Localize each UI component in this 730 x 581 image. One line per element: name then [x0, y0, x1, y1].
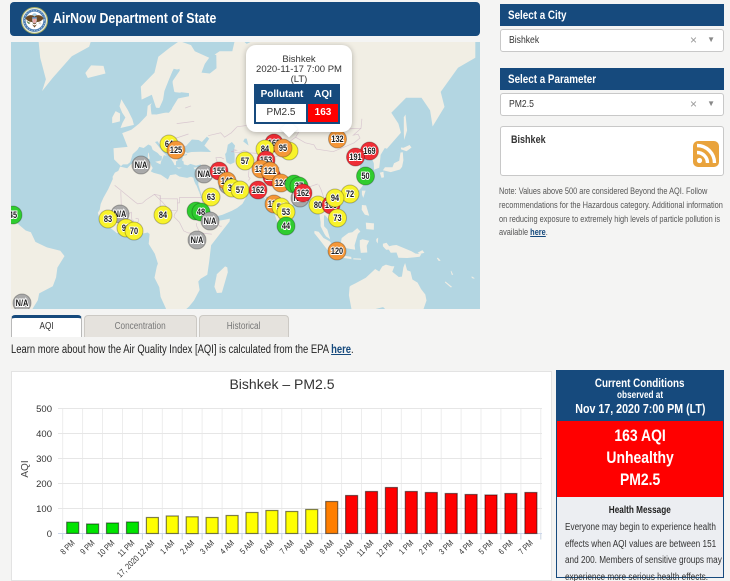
- svg-text:191: 191: [349, 153, 362, 163]
- svg-text:1 PM: 1 PM: [397, 538, 415, 556]
- svg-text:4 PM: 4 PM: [457, 538, 475, 556]
- svg-text:72: 72: [346, 190, 355, 200]
- svg-text:9 AM: 9 AM: [318, 538, 336, 556]
- svg-text:Bishkek – PM2.5: Bishkek – PM2.5: [229, 376, 334, 392]
- svg-text:95: 95: [279, 144, 288, 154]
- svg-text:53: 53: [282, 208, 291, 218]
- svg-text:N/A: N/A: [191, 236, 204, 246]
- svg-text:8 PM: 8 PM: [58, 538, 76, 556]
- svg-text:63: 63: [207, 193, 216, 203]
- svg-text:AQI: AQI: [20, 460, 31, 477]
- svg-text:162: 162: [252, 186, 265, 196]
- svg-text:3 AM: 3 AM: [198, 538, 216, 556]
- svg-text:120: 120: [331, 247, 344, 257]
- svg-text:2 PM: 2 PM: [417, 538, 435, 556]
- svg-text:57: 57: [241, 157, 250, 167]
- svg-text:N/A: N/A: [198, 170, 211, 180]
- svg-text:57: 57: [236, 186, 245, 196]
- svg-text:11 AM: 11 AM: [355, 538, 376, 559]
- svg-text:84: 84: [159, 211, 168, 221]
- svg-text:200: 200: [36, 479, 52, 490]
- svg-text:8 AM: 8 AM: [298, 538, 316, 556]
- svg-text:12 PM: 12 PM: [374, 538, 395, 559]
- svg-text:83: 83: [104, 215, 113, 225]
- svg-text:5 PM: 5 PM: [477, 538, 495, 556]
- svg-text:169: 169: [363, 147, 376, 157]
- svg-text:80: 80: [314, 201, 323, 211]
- svg-text:94: 94: [331, 194, 340, 204]
- svg-text:70: 70: [130, 227, 139, 237]
- svg-text:300: 300: [36, 454, 52, 465]
- svg-text:162: 162: [297, 189, 310, 199]
- svg-text:6 PM: 6 PM: [496, 538, 514, 556]
- svg-text:7 AM: 7 AM: [278, 538, 296, 556]
- svg-text:N/A: N/A: [135, 161, 148, 171]
- svg-text:6 AM: 6 AM: [258, 538, 276, 556]
- svg-text:10 PM: 10 PM: [95, 538, 116, 559]
- svg-text:0: 0: [47, 529, 52, 540]
- svg-text:500: 500: [36, 404, 52, 415]
- svg-text:3 PM: 3 PM: [437, 538, 455, 556]
- svg-text:9 PM: 9 PM: [78, 538, 96, 556]
- svg-text:N/A: N/A: [16, 299, 29, 309]
- svg-text:45: 45: [11, 211, 17, 221]
- svg-text:2 AM: 2 AM: [178, 538, 196, 556]
- svg-text:10 AM: 10 AM: [335, 538, 356, 559]
- svg-text:73: 73: [333, 214, 342, 224]
- svg-text:132: 132: [331, 135, 344, 145]
- svg-text:5 AM: 5 AM: [238, 538, 256, 556]
- svg-text:400: 400: [36, 429, 52, 440]
- svg-text:125: 125: [170, 146, 183, 156]
- svg-text:44: 44: [282, 222, 291, 232]
- svg-text:100: 100: [36, 504, 52, 515]
- svg-text:1 AM: 1 AM: [158, 538, 176, 556]
- svg-text:7 PM: 7 PM: [516, 538, 534, 556]
- svg-text:N/A: N/A: [204, 217, 217, 227]
- svg-text:50: 50: [361, 172, 370, 182]
- svg-text:121: 121: [264, 167, 277, 177]
- svg-text:4 AM: 4 AM: [218, 538, 236, 556]
